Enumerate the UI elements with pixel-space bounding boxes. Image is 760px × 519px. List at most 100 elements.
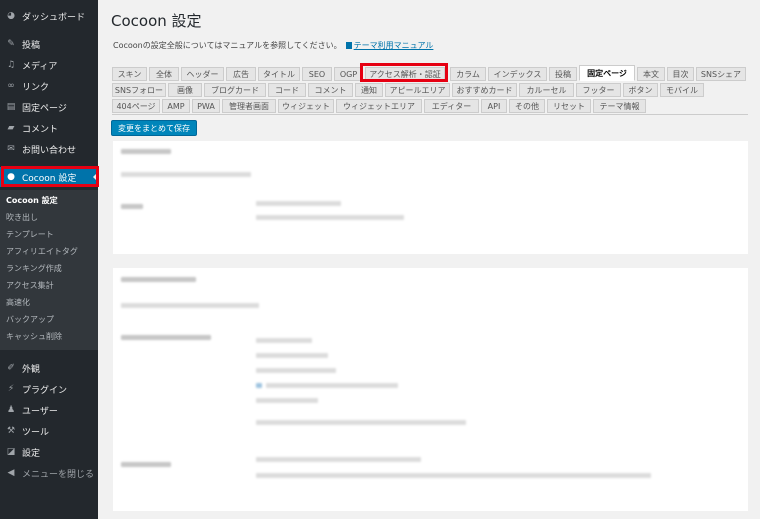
settings-panel-2 xyxy=(113,268,748,511)
tab-recommend-card[interactable]: おすすめカード xyxy=(452,83,517,97)
sidebar-item-users[interactable]: ♟ ユーザー xyxy=(0,400,98,420)
tab-seo[interactable]: SEO xyxy=(302,67,332,81)
tab-editor[interactable]: エディター xyxy=(424,99,479,113)
save-all-button[interactable]: 変更をまとめて保存 xyxy=(111,120,197,136)
sidebar-item-comments[interactable]: ▰ コメント xyxy=(0,118,98,138)
panel-2-field-note xyxy=(256,473,651,478)
tab-admin-screen[interactable]: 管理者画面 xyxy=(222,99,276,113)
tab-api[interactable]: API xyxy=(481,99,507,113)
collapse-icon: ◀ xyxy=(7,468,15,478)
panel-2-option-3 xyxy=(256,368,336,373)
tab-pwa[interactable]: PWA xyxy=(192,99,220,113)
panel-2-description xyxy=(121,303,259,308)
tab-toc[interactable]: 目次 xyxy=(667,67,694,81)
tab-header[interactable]: ヘッダー xyxy=(181,67,224,81)
manual-link[interactable]: テーマ利用マニュアル xyxy=(354,41,434,50)
sidebar-item-posts[interactable]: ✎ 投稿 xyxy=(0,34,98,54)
submenu-item-affiliate-tag[interactable]: アフィリエイトタグ xyxy=(6,246,78,257)
tab-widget-area[interactable]: ウィジェットエリア xyxy=(336,99,422,113)
media-icon: ♫ xyxy=(6,60,16,70)
current-menu-arrow-icon xyxy=(93,172,98,182)
tab-image[interactable]: 画像 xyxy=(168,83,202,97)
tab-404-page[interactable]: 404ページ xyxy=(112,99,160,113)
panel-1-option xyxy=(256,201,341,206)
tab-comment[interactable]: コメント xyxy=(308,83,353,97)
tab-fixed-page[interactable]: 固定ページ xyxy=(579,65,635,81)
tab-other[interactable]: その他 xyxy=(509,99,545,113)
tab-ogp[interactable]: OGP xyxy=(334,67,363,81)
tab-carousel[interactable]: カルーセル xyxy=(519,83,574,97)
tab-general[interactable]: 全体 xyxy=(149,67,179,81)
panel-2-field xyxy=(256,457,421,462)
panel-1-description xyxy=(121,172,251,177)
sidebar-item-tools[interactable]: ⚒ ツール xyxy=(0,421,98,441)
panel-2-checkbox[interactable] xyxy=(256,383,262,388)
tab-amp[interactable]: AMP xyxy=(162,99,190,113)
page-title: Cocoon 設定 xyxy=(111,12,202,30)
sidebar-collapse-menu[interactable]: ◀ メニューを閉じる xyxy=(0,463,98,483)
panel-1-heading xyxy=(121,149,171,154)
tab-skin[interactable]: スキン xyxy=(112,67,147,81)
mail-icon: ✉ xyxy=(7,144,15,154)
sidebar-item-plugins[interactable]: ⚡ プラグイン xyxy=(0,379,98,399)
panel-1-label xyxy=(121,204,143,209)
panel-1-option-note xyxy=(256,215,404,220)
tab-blogcard[interactable]: ブログカード xyxy=(204,83,266,97)
submenu-item-cocoon-settings[interactable]: Cocoon 設定 xyxy=(6,195,58,206)
page-icon: ▤ xyxy=(6,102,16,112)
tab-bar-rule xyxy=(112,114,748,115)
cocoon-icon: ● xyxy=(7,172,15,182)
settings-icon: ◪ xyxy=(6,447,16,457)
plugin-icon: ⚡ xyxy=(7,384,15,394)
document-icon xyxy=(345,42,352,49)
tab-button[interactable]: ボタン xyxy=(623,83,658,97)
tab-post[interactable]: 投稿 xyxy=(549,67,577,81)
tab-reset[interactable]: リセット xyxy=(547,99,591,113)
sidebar-item-dashboard[interactable]: ◕ ダッシュボード xyxy=(0,6,98,26)
panel-2-option-1 xyxy=(256,338,312,343)
sidebar-item-contact[interactable]: ✉ お問い合わせ xyxy=(0,139,98,159)
tab-ads[interactable]: 広告 xyxy=(226,67,256,81)
wrench-icon: ⚒ xyxy=(6,426,16,436)
submenu-item-clear-cache[interactable]: キャッシュ削除 xyxy=(6,331,62,342)
tab-code[interactable]: コード xyxy=(268,83,306,97)
sidebar-item-appearance[interactable]: ✐ 外観 xyxy=(0,358,98,378)
tab-access-analytics[interactable]: アクセス解析・認証 xyxy=(365,67,445,81)
tab-column[interactable]: カラム xyxy=(450,67,486,81)
link-icon: ∞ xyxy=(7,81,15,91)
settings-panel-1 xyxy=(113,141,748,254)
user-icon: ♟ xyxy=(6,405,16,415)
tab-title[interactable]: タイトル xyxy=(258,67,300,81)
brush-icon: ✐ xyxy=(7,363,15,373)
panel-2-label-2 xyxy=(121,462,171,467)
panel-2-option-2 xyxy=(256,353,328,358)
tab-body[interactable]: 本文 xyxy=(637,67,665,81)
panel-2-option-5 xyxy=(256,398,318,403)
sidebar-item-pages[interactable]: ▤ 固定ページ xyxy=(0,97,98,117)
panel-2-heading xyxy=(121,277,196,282)
description-text: Cocoonの設定全般についてはマニュアルを参照してください。 xyxy=(113,41,342,50)
tab-widget[interactable]: ウィジェット xyxy=(278,99,334,113)
sidebar-item-cocoon-settings[interactable]: ● Cocoon 設定 xyxy=(0,167,98,187)
submenu-item-speedup[interactable]: 高速化 xyxy=(6,297,30,308)
tab-footer[interactable]: フッター xyxy=(576,83,621,97)
tab-sns-share[interactable]: SNSシェア xyxy=(696,67,746,81)
tab-mobile[interactable]: モバイル xyxy=(660,83,704,97)
tab-notice[interactable]: 通知 xyxy=(355,83,383,97)
submenu-item-access-count[interactable]: アクセス集計 xyxy=(6,280,54,291)
dashboard-icon: ◕ xyxy=(7,11,15,21)
submenu-item-ranking[interactable]: ランキング作成 xyxy=(6,263,62,274)
submenu-item-template[interactable]: テンプレート xyxy=(6,229,54,240)
sidebar-item-media[interactable]: ♫ メディア xyxy=(0,55,98,75)
sidebar-item-settings[interactable]: ◪ 設定 xyxy=(0,442,98,462)
submenu-item-balloon[interactable]: 吹き出し xyxy=(6,212,38,223)
sidebar-item-links[interactable]: ∞ リンク xyxy=(0,76,98,96)
tab-index[interactable]: インデックス xyxy=(488,67,547,81)
panel-2-option-4 xyxy=(266,383,398,388)
submenu-item-backup[interactable]: バックアップ xyxy=(6,314,54,325)
tab-sns-follow[interactable]: SNSフォロー xyxy=(112,83,166,97)
comment-icon: ▰ xyxy=(7,123,15,133)
tab-theme-info[interactable]: テーマ情報 xyxy=(593,99,646,113)
panel-2-label xyxy=(121,335,211,340)
tab-appeal-area[interactable]: アピールエリア xyxy=(385,83,450,97)
